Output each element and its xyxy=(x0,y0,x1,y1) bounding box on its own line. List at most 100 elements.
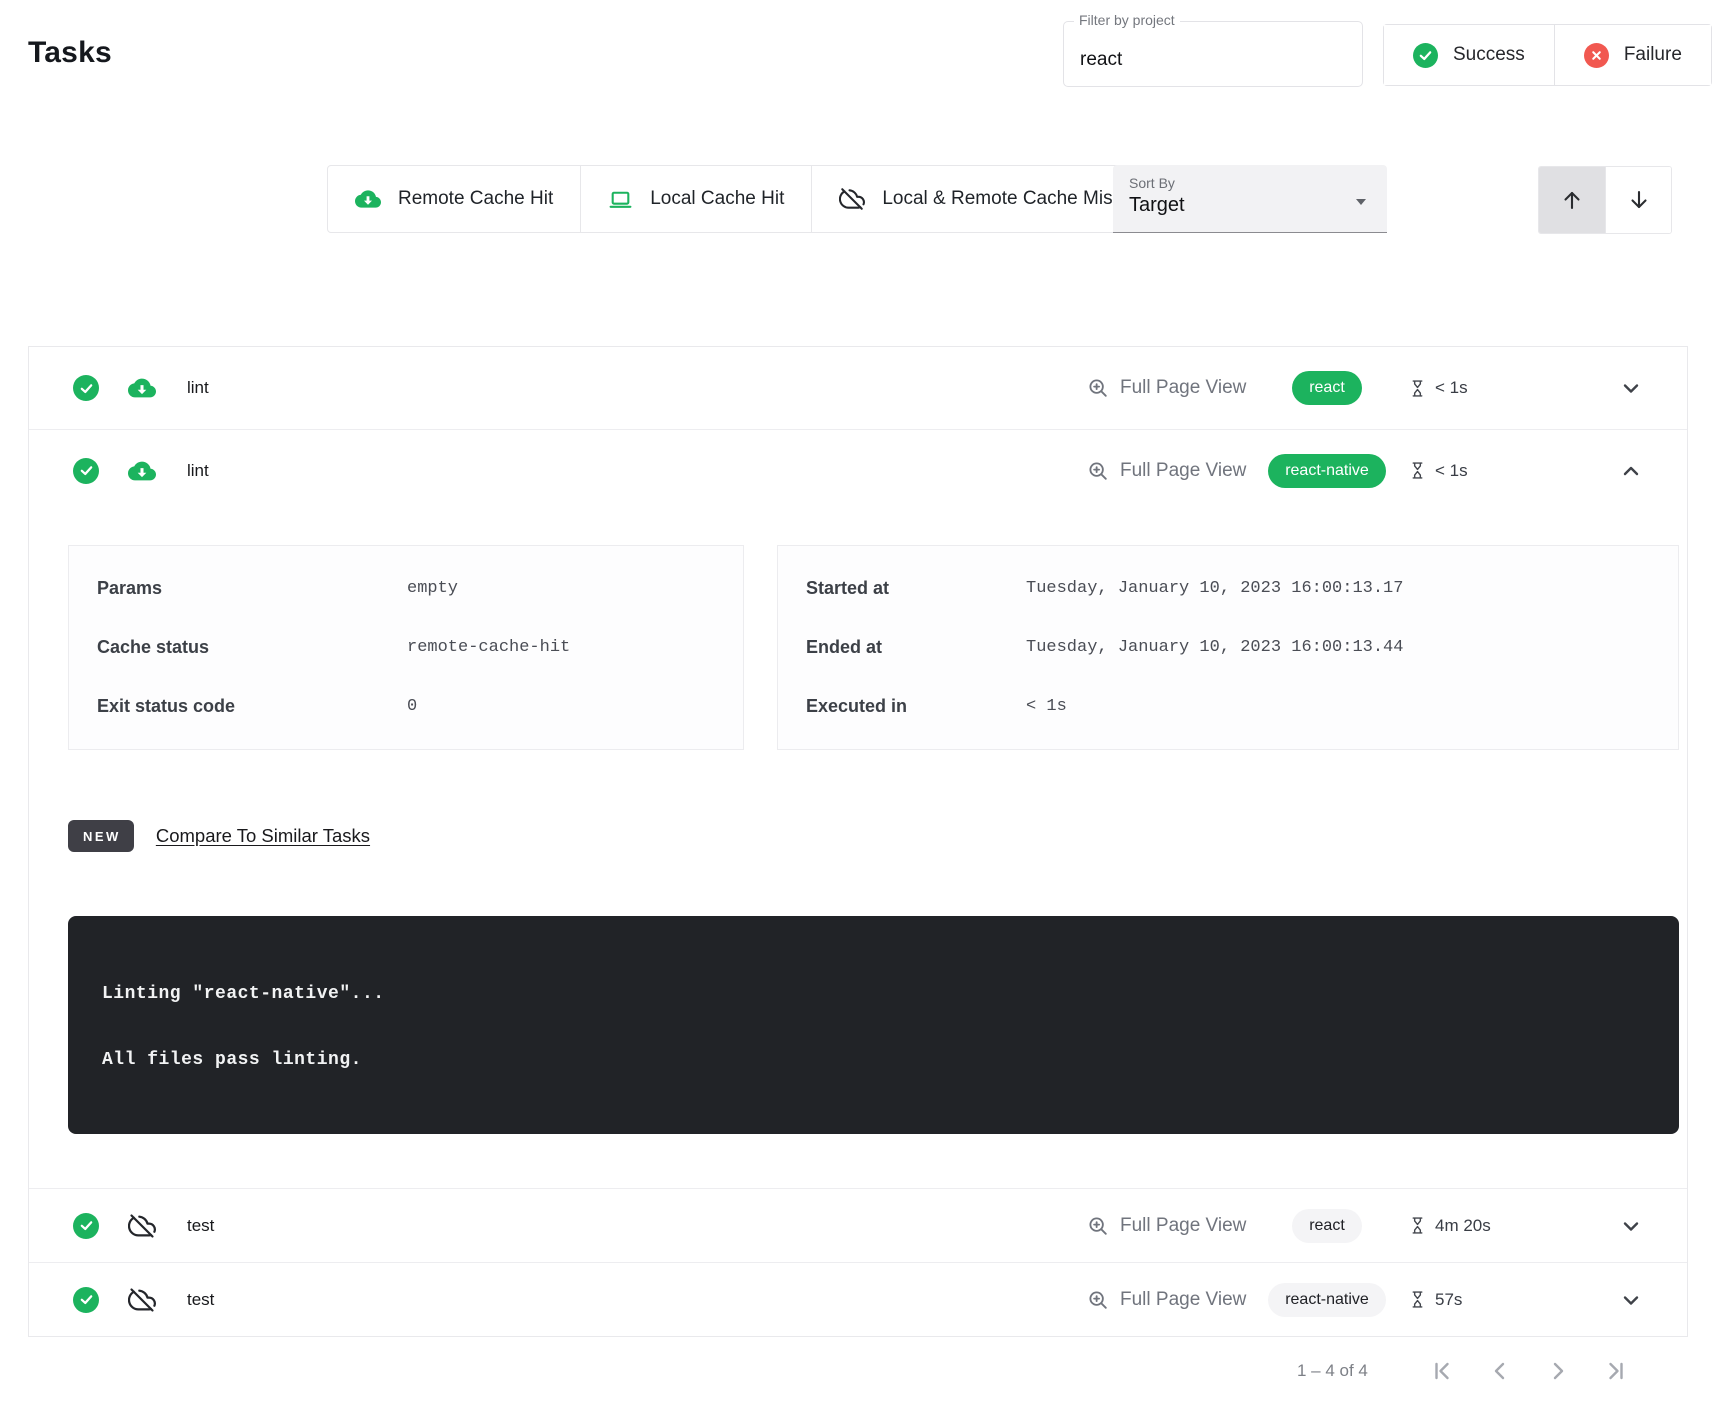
task-row-test-react[interactable]: test Full Page View react 4m 20s xyxy=(29,1188,1687,1262)
check-circle-icon xyxy=(1413,43,1438,68)
executed-in-label: Executed in xyxy=(806,696,1026,717)
hourglass-icon xyxy=(1409,379,1426,398)
expand-row-button[interactable] xyxy=(1615,1284,1647,1316)
task-list: lint Full Page View react < 1s xyxy=(28,346,1688,1337)
status-filter-group: Success Failure xyxy=(1383,24,1712,86)
zoom-in-icon xyxy=(1087,1289,1109,1311)
previous-page-button[interactable] xyxy=(1488,1359,1512,1383)
sort-ascending-button[interactable] xyxy=(1539,167,1605,233)
hourglass-icon xyxy=(1409,1216,1426,1235)
task-row-actions: Full Page View react < 1s xyxy=(1087,371,1647,405)
laptop-icon xyxy=(608,187,633,212)
expand-row-button[interactable] xyxy=(1615,372,1647,404)
cache-filter-group: Remote Cache Hit Local Cache Hit Local &… xyxy=(327,165,1150,233)
cache-miss-filter-button[interactable]: Local & Remote Cache Miss xyxy=(812,165,1150,233)
chevron-down-icon xyxy=(1619,1288,1643,1312)
project-badge: react xyxy=(1292,1209,1362,1243)
executed-in-value: < 1s xyxy=(1026,697,1650,716)
page-title: Tasks xyxy=(28,36,112,70)
remote-cache-hit-filter-button[interactable]: Remote Cache Hit xyxy=(327,165,581,233)
started-at-value: Tuesday, January 10, 2023 16:00:13.17 xyxy=(1026,579,1650,598)
cloud-off-icon xyxy=(128,1212,156,1240)
last-page-button[interactable] xyxy=(1604,1359,1628,1383)
task-duration: 57s xyxy=(1397,1290,1462,1310)
task-row-lint-react[interactable]: lint Full Page View react < 1s xyxy=(29,347,1687,429)
project-badge: react-native xyxy=(1268,454,1386,488)
task-row-lint-react-native[interactable]: lint Full Page View react-native < 1s xyxy=(29,429,1687,511)
local-cache-hit-filter-button[interactable]: Local Cache Hit xyxy=(581,165,812,233)
remote-cache-hit-label: Remote Cache Hit xyxy=(398,188,553,210)
zoom-in-icon xyxy=(1087,1215,1109,1237)
task-detail-panel: Params empty Cache status remote-cache-h… xyxy=(29,511,1687,1188)
full-page-view-button[interactable]: Full Page View xyxy=(1087,460,1246,482)
failure-filter-label: Failure xyxy=(1624,44,1682,66)
cache-status-label: Cache status xyxy=(97,637,407,658)
collapse-row-button[interactable] xyxy=(1615,455,1647,487)
task-row-actions: Full Page View react-native < 1s xyxy=(1087,454,1647,488)
terminal-line: All files pass linting. xyxy=(102,1050,1645,1070)
task-duration: < 1s xyxy=(1397,378,1468,398)
project-filter-field: Filter by project xyxy=(1063,21,1363,87)
expand-row-button[interactable] xyxy=(1615,1210,1647,1242)
next-page-button[interactable] xyxy=(1546,1359,1570,1383)
cloud-download-icon xyxy=(128,374,156,402)
pagination-range: 1 – 4 of 4 xyxy=(1297,1361,1368,1381)
cloud-off-icon xyxy=(128,1286,156,1314)
task-name: test xyxy=(187,1290,214,1310)
cache-status-value: remote-cache-hit xyxy=(407,638,715,657)
task-detail-card-right: Started at Tuesday, January 10, 2023 16:… xyxy=(777,545,1679,750)
ended-at-value: Tuesday, January 10, 2023 16:00:13.44 xyxy=(1026,638,1650,657)
success-status-icon xyxy=(73,1287,99,1313)
exit-status-code-value: 0 xyxy=(407,697,715,716)
cloud-off-icon xyxy=(839,186,865,212)
task-name: lint xyxy=(187,378,209,398)
full-page-view-button[interactable]: Full Page View xyxy=(1087,1215,1246,1237)
dropdown-caret-icon xyxy=(1349,189,1373,213)
task-row-test-react-native[interactable]: test Full Page View react-native 57s xyxy=(29,1262,1687,1336)
task-duration: 4m 20s xyxy=(1397,1216,1491,1236)
full-page-view-button[interactable]: Full Page View xyxy=(1087,1289,1246,1311)
terminal-line: Linting "react-native"... xyxy=(102,984,1645,1004)
sort-descending-button[interactable] xyxy=(1605,167,1671,233)
task-row-actions: Full Page View react 4m 20s xyxy=(1087,1209,1647,1243)
success-status-icon xyxy=(73,375,99,401)
zoom-in-icon xyxy=(1087,460,1109,482)
sort-direction-group xyxy=(1538,166,1672,234)
hourglass-icon xyxy=(1409,461,1426,480)
success-filter-button[interactable]: Success xyxy=(1384,25,1554,85)
full-page-view-label: Full Page View xyxy=(1120,1215,1246,1237)
project-badge: react xyxy=(1292,371,1362,405)
project-filter-label: Filter by project xyxy=(1074,12,1180,28)
sort-by-value: Target xyxy=(1129,194,1371,217)
failure-filter-button[interactable]: Failure xyxy=(1554,25,1711,85)
full-page-view-button[interactable]: Full Page View xyxy=(1087,377,1246,399)
cloud-download-icon xyxy=(355,186,381,212)
success-status-icon xyxy=(73,1213,99,1239)
project-filter-input[interactable] xyxy=(1064,22,1362,86)
arrow-down-icon xyxy=(1627,188,1651,212)
full-page-view-label: Full Page View xyxy=(1120,460,1246,482)
project-badge: react-native xyxy=(1268,1283,1386,1317)
started-at-label: Started at xyxy=(806,578,1026,599)
x-circle-icon xyxy=(1584,43,1609,68)
last-page-icon xyxy=(1604,1359,1628,1383)
full-page-view-label: Full Page View xyxy=(1120,1289,1246,1311)
local-cache-hit-label: Local Cache Hit xyxy=(650,188,784,210)
task-duration: < 1s xyxy=(1397,461,1468,481)
zoom-in-icon xyxy=(1087,377,1109,399)
exit-status-code-label: Exit status code xyxy=(97,696,407,717)
compare-to-similar-tasks-link[interactable]: Compare To Similar Tasks xyxy=(156,825,370,847)
task-name: test xyxy=(187,1216,214,1236)
cloud-download-icon xyxy=(128,457,156,485)
first-page-button[interactable] xyxy=(1430,1359,1454,1383)
full-page-view-label: Full Page View xyxy=(1120,377,1246,399)
task-detail-card-left: Params empty Cache status remote-cache-h… xyxy=(68,545,744,750)
arrow-up-icon xyxy=(1560,188,1584,212)
chevron-left-icon xyxy=(1488,1359,1512,1383)
params-value: empty xyxy=(407,579,715,598)
chevron-up-icon xyxy=(1619,459,1643,483)
sort-by-select[interactable]: Sort By Target xyxy=(1113,165,1387,233)
params-label: Params xyxy=(97,578,407,599)
task-row-actions: Full Page View react-native 57s xyxy=(1087,1283,1647,1317)
pagination: 1 – 4 of 4 xyxy=(1297,1356,1628,1386)
